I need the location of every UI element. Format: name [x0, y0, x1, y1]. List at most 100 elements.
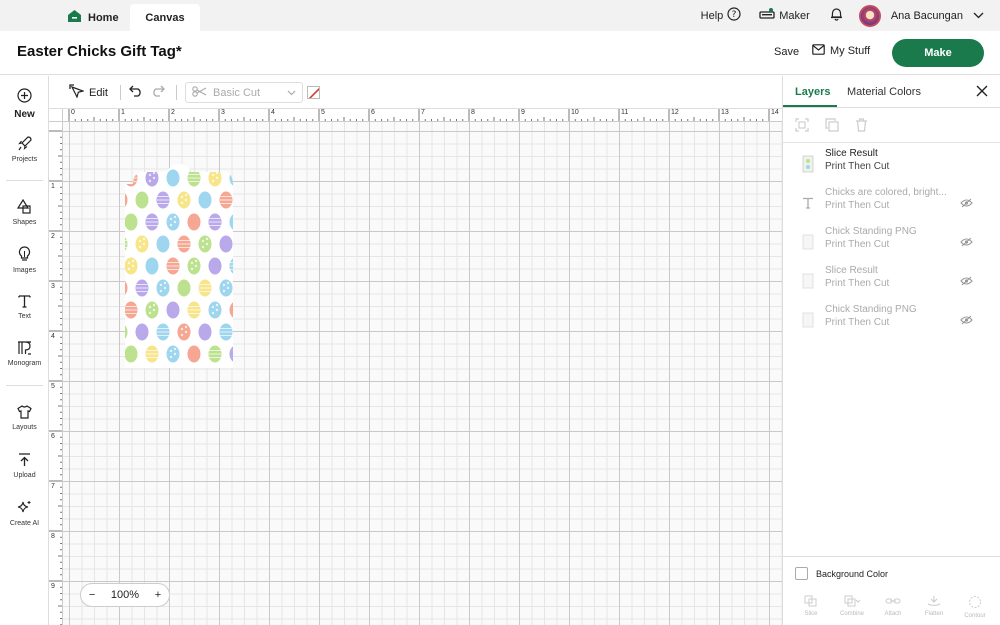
sidebar-item-label: Monogram	[7, 360, 42, 367]
help-label: Help	[700, 9, 724, 22]
ruler-tick-label: 14	[771, 109, 779, 116]
ruler-tick-label: 13	[721, 109, 729, 116]
zoom-in-button[interactable]: +	[155, 589, 161, 601]
edit-icon	[69, 84, 85, 101]
color-swatch-none[interactable]	[307, 86, 320, 99]
ruler-vertical: 1 2 3 4 5 6 7 8 9	[49, 122, 63, 625]
slice-button[interactable]: Slice	[793, 595, 829, 619]
background-color-checkbox[interactable]	[795, 567, 808, 580]
ruler-tick-label: 9	[51, 583, 55, 590]
sidebar-item-layouts[interactable]: Layouts	[0, 405, 49, 431]
ruler-tick-label: 10	[571, 109, 579, 116]
eye-slash-icon[interactable]	[960, 197, 973, 211]
flatten-label: Flatten	[924, 611, 944, 617]
ruler-tick-label: 4	[51, 333, 55, 340]
sidebar-item-text[interactable]: Text	[0, 294, 49, 320]
layer-item[interactable]: Chick Standing PNG Print Then Cut	[801, 226, 981, 258]
bell-icon	[830, 7, 843, 24]
sidebar-item-label: Projects	[11, 156, 38, 163]
envelope-icon	[812, 44, 825, 58]
image-layer-icon	[801, 310, 815, 330]
ruler-tick-label: 8	[471, 109, 475, 116]
trash-icon[interactable]	[855, 118, 868, 135]
layer-name: Chick Standing PNG	[825, 226, 917, 237]
tab-material-colors[interactable]: Material Colors	[847, 86, 921, 98]
combine-icon	[844, 595, 861, 609]
layer-item[interactable]: Chicks are colored, bright... Print Then…	[801, 187, 981, 219]
ruler-tick-label: 1	[121, 109, 125, 116]
ruler-vertical-ticks	[49, 130, 62, 625]
layers-panel: Layers Material Colors Slice Result Prin…	[782, 76, 1000, 625]
my-stuff-button[interactable]: My Stuff	[812, 44, 870, 58]
operation-select[interactable]: Basic Cut	[185, 82, 303, 103]
user-menu[interactable]: Ana Bacungan	[858, 4, 984, 27]
left-sidebar: New Projects Shapes Images Text Monogram	[0, 76, 49, 625]
ruler-tick-label: 2	[171, 109, 175, 116]
zoom-out-button[interactable]: −	[89, 589, 95, 601]
toolbar-divider	[120, 85, 121, 100]
edit-button[interactable]: Edit	[69, 84, 108, 101]
duplicate-icon[interactable]	[825, 118, 839, 135]
sidebar-item-label: Create AI	[9, 520, 40, 527]
project-title[interactable]: Easter Chicks Gift Tag*	[17, 43, 182, 60]
image-layer-icon	[801, 271, 815, 291]
machine-label: Maker	[779, 9, 810, 22]
flatten-button[interactable]: Flatten	[916, 595, 952, 619]
contour-button[interactable]: Contour	[957, 595, 993, 619]
my-stuff-label: My Stuff	[830, 45, 871, 57]
image-layer-icon	[801, 232, 815, 252]
sidebar-item-new[interactable]: New	[0, 88, 49, 120]
operation-value: Basic Cut	[213, 86, 261, 99]
machine-button[interactable]: Maker	[759, 8, 810, 23]
eye-slash-icon[interactable]	[960, 275, 973, 289]
text-icon	[18, 294, 31, 310]
sidebar-item-create-ai[interactable]: Create AI	[0, 500, 49, 527]
eye-slash-icon[interactable]	[960, 314, 973, 328]
eye-slash-icon[interactable]	[960, 236, 973, 250]
sidebar-item-monogram[interactable]: Monogram	[0, 341, 49, 367]
ruler-tick-label: 9	[521, 109, 525, 116]
ruler-tick-label: 4	[271, 109, 275, 116]
tab-canvas[interactable]: Canvas	[130, 4, 200, 31]
edit-toolbar: Edit Basic Cut	[49, 76, 782, 109]
sparkle-icon	[17, 500, 32, 517]
layer-operation: Print Then Cut	[825, 239, 890, 250]
attach-button[interactable]: Attach	[875, 595, 911, 619]
combine-button[interactable]: Combine	[834, 595, 870, 619]
help-button[interactable]: Help ?	[701, 7, 742, 24]
make-button[interactable]: Make	[892, 39, 984, 67]
sidebar-item-shapes[interactable]: Shapes	[0, 198, 49, 226]
layer-name: Chick Standing PNG	[825, 304, 917, 315]
close-panel-button[interactable]	[976, 85, 988, 100]
layer-item[interactable]: Chick Standing PNG Print Then Cut	[801, 304, 981, 336]
group-icon[interactable]	[795, 118, 809, 135]
ruler-tick-label: 7	[51, 483, 55, 490]
ruler-tick-label: 8	[51, 533, 55, 540]
layer-operation: Print Then Cut	[825, 161, 890, 172]
layer-item[interactable]: Slice Result Print Then Cut	[801, 265, 981, 297]
monogram-icon	[17, 341, 32, 357]
tab-home[interactable]: Home	[68, 4, 119, 31]
design-canvas[interactable]: − 100% +	[63, 122, 782, 625]
layer-tools	[795, 118, 868, 135]
sidebar-item-images[interactable]: Images	[0, 246, 49, 274]
notifications-button[interactable]	[830, 7, 843, 24]
background-color-toggle[interactable]: Background Color	[795, 567, 888, 580]
save-button[interactable]: Save	[774, 46, 799, 58]
layer-name: Chicks are colored, bright...	[825, 187, 947, 198]
sidebar-item-projects[interactable]: Projects	[0, 136, 49, 163]
ruler-tick-label: 6	[371, 109, 375, 116]
gift-tag-design[interactable]	[125, 164, 241, 368]
sidebar-item-label: Shapes	[12, 219, 37, 226]
chevron-down-icon	[287, 87, 296, 99]
layer-item[interactable]: Slice Result Print Then Cut	[801, 148, 981, 180]
tab-layers[interactable]: Layers	[795, 86, 830, 98]
undo-button[interactable]	[129, 85, 143, 100]
ruler-tick-label: 5	[321, 109, 325, 116]
close-icon	[976, 85, 988, 100]
svg-text:?: ?	[732, 10, 737, 20]
layer-name: Slice Result	[825, 148, 878, 159]
combine-label: Combine	[839, 611, 864, 617]
redo-button[interactable]	[151, 85, 165, 100]
sidebar-item-upload[interactable]: Upload	[0, 453, 49, 479]
